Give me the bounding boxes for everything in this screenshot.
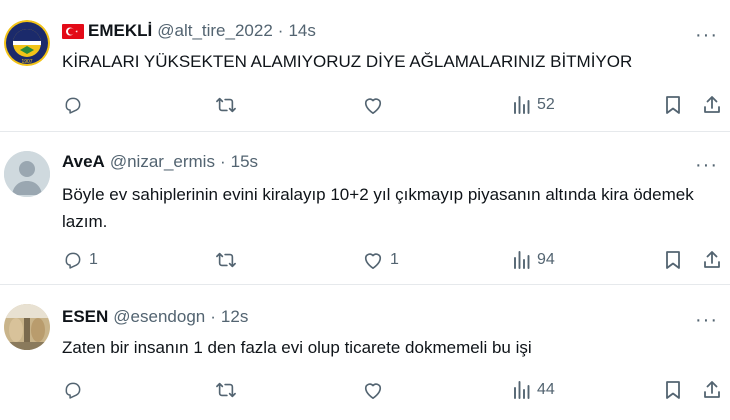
user-handle[interactable]: @nizar_ermis: [110, 152, 215, 172]
tweet-header: AveA @nizar_ermis · 15s: [62, 152, 258, 172]
like-icon: [364, 253, 382, 269]
bookmark-button[interactable]: [664, 380, 682, 400]
views-button[interactable]: 94: [513, 250, 555, 270]
retweet-button[interactable]: [215, 250, 237, 270]
share-icon: [704, 381, 720, 398]
reply-icon: [65, 382, 81, 399]
retweet-button[interactable]: [215, 95, 237, 115]
like-count: 1: [390, 251, 399, 268]
reply-count: 1: [89, 251, 98, 268]
reply-icon: [65, 97, 81, 114]
bookmark-button[interactable]: [664, 250, 682, 270]
timestamp[interactable]: 14s: [288, 21, 315, 41]
retweet-icon: [216, 382, 236, 398]
share-icon: [704, 96, 720, 113]
tweet-actions: 1 1 94: [0, 245, 730, 275]
user-photo-icon: [4, 304, 50, 350]
retweet-button[interactable]: [215, 380, 237, 400]
separator-dot: ·: [210, 307, 216, 326]
more-icon[interactable]: ···: [695, 25, 718, 45]
separator-dot: ·: [219, 152, 226, 171]
share-button[interactable]: [702, 379, 722, 400]
reply-icon: [65, 252, 81, 269]
timestamp[interactable]: 15s: [231, 152, 258, 172]
bookmark-icon: [666, 96, 680, 114]
views-button[interactable]: 44: [513, 380, 555, 400]
svg-text:1907: 1907: [21, 59, 32, 65]
display-name[interactable]: ESEN: [62, 307, 108, 327]
tweet-1[interactable]: 1907 EMEKLİ @alt_tire_2022 · 14s ··· KİR…: [0, 0, 730, 128]
tweet-actions: 52: [0, 90, 730, 120]
default-avatar-icon: [4, 151, 50, 197]
views-count: 52: [537, 96, 555, 113]
share-button[interactable]: [702, 249, 722, 270]
turkey-flag-icon: [62, 23, 84, 39]
fenerbahce-logo-icon: 1907: [4, 20, 50, 66]
avatar[interactable]: [4, 304, 50, 350]
like-icon: [364, 98, 382, 114]
timestamp[interactable]: 12s: [221, 307, 248, 327]
user-handle[interactable]: @esendogn: [113, 307, 205, 327]
avatar[interactable]: 1907: [4, 20, 50, 66]
reply-button[interactable]: [63, 380, 89, 400]
bookmark-icon: [666, 251, 680, 269]
tweet-2[interactable]: AveA @nizar_ermis · 15s ··· Böyle ev sah…: [0, 132, 730, 284]
tweet-header: EMEKLİ @alt_tire_2022 · 14s: [62, 21, 316, 41]
tweet-header: ESEN @esendogn · 12s: [62, 307, 248, 327]
avatar[interactable]: [4, 151, 50, 197]
user-handle[interactable]: @alt_tire_2022: [157, 21, 273, 41]
retweet-icon: [216, 252, 236, 268]
like-button[interactable]: 1: [362, 250, 399, 270]
tweet-actions: 44: [0, 375, 730, 405]
reply-button[interactable]: [63, 95, 89, 115]
views-icon: [514, 251, 530, 269]
views-count: 44: [537, 381, 555, 398]
display-name[interactable]: AveA: [62, 152, 105, 172]
display-name[interactable]: EMEKLİ: [88, 21, 152, 41]
tweet-text: Zaten bir insanın 1 den fazla evi olup t…: [62, 338, 532, 357]
bookmark-button[interactable]: [664, 95, 682, 115]
separator-dot: ·: [277, 21, 284, 40]
like-button[interactable]: [362, 380, 390, 400]
views-icon: [514, 381, 530, 399]
bookmark-icon: [666, 381, 680, 399]
views-icon: [514, 96, 530, 114]
reply-button[interactable]: 1: [63, 250, 98, 270]
like-button[interactable]: [362, 95, 390, 115]
share-icon: [704, 251, 720, 268]
more-icon[interactable]: ···: [695, 155, 718, 175]
more-icon[interactable]: ···: [695, 310, 718, 330]
views-count: 94: [537, 251, 555, 268]
views-button[interactable]: 52: [513, 95, 555, 115]
tweet-text: Böyle ev sahiplerinin evini kiralayıp 10…: [62, 185, 694, 231]
share-button[interactable]: [702, 94, 722, 115]
like-icon: [364, 383, 382, 399]
tweet-text: KİRALARI YÜKSEKTEN ALAMIYORUZ DİYE AĞLAM…: [62, 52, 633, 71]
tweet-3[interactable]: ESEN @esendogn · 12s ··· Zaten bir insan…: [0, 285, 730, 420]
retweet-icon: [216, 97, 236, 113]
